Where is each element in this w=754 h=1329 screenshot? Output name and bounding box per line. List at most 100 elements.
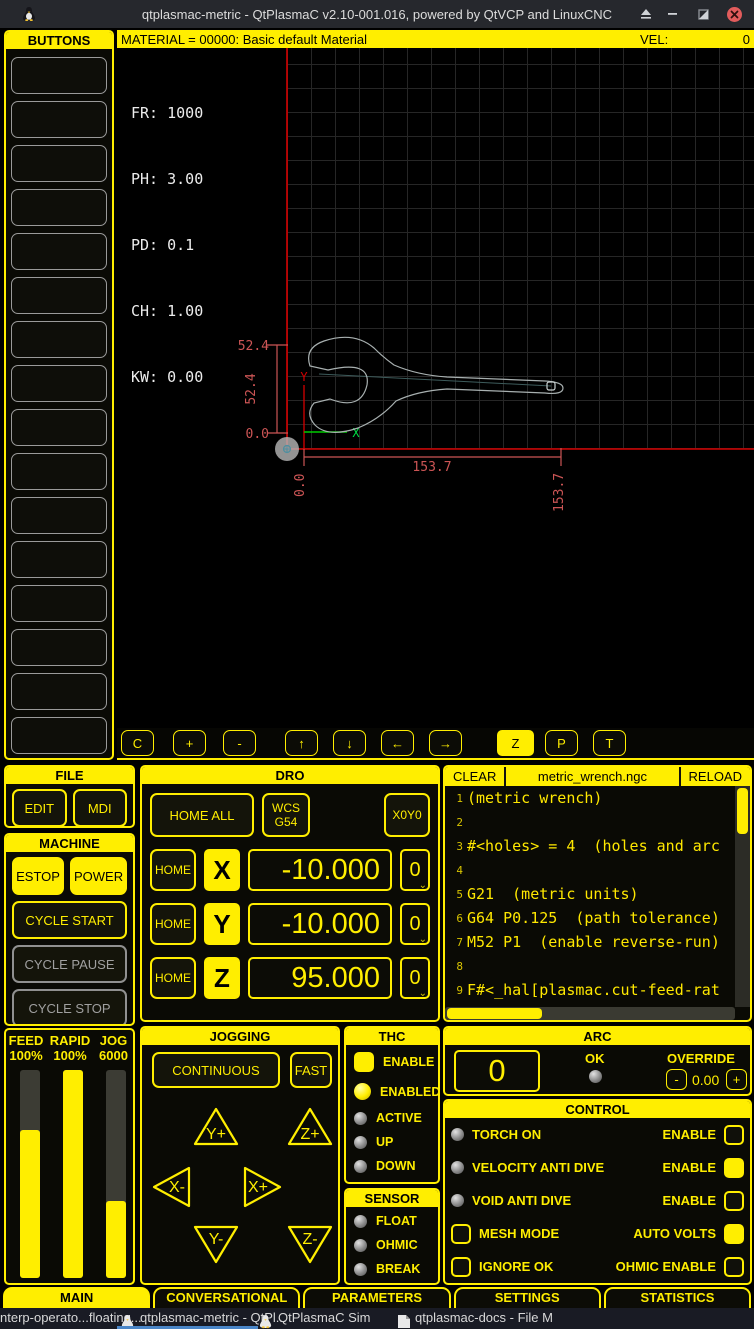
pan-up-button[interactable]: ↑	[285, 730, 318, 756]
zero-xy-button[interactable]: X0Y0	[384, 793, 430, 837]
svg-text:Z-: Z-	[302, 1231, 317, 1248]
mdi-button[interactable]: MDI	[73, 789, 128, 827]
user-button-4[interactable]	[11, 189, 107, 226]
shade-window-button[interactable]	[636, 4, 656, 24]
home-z-button[interactable]: HOME	[150, 957, 196, 999]
user-button-2[interactable]	[11, 101, 107, 138]
arc-override-minus-button[interactable]: -	[666, 1069, 687, 1090]
user-button-1[interactable]	[11, 57, 107, 94]
cycle-stop-button[interactable]: CYCLE STOP	[12, 989, 127, 1026]
ohmic-enable-checkbox[interactable]	[724, 1257, 744, 1277]
jog-y-minus-button[interactable]: Y-	[190, 1221, 242, 1267]
user-button-16[interactable]	[11, 717, 107, 754]
gcode-listing[interactable]: 1(metric wrench) 2 3#<holes> = 4 (holes …	[445, 786, 735, 1007]
mesh-mode-checkbox[interactable]	[451, 1224, 471, 1244]
user-button-6[interactable]	[11, 277, 107, 314]
chevron-down-icon: ⌄	[419, 880, 427, 891]
pan-left-button[interactable]: ←	[381, 730, 414, 756]
tab-parameters[interactable]: PARAMETERS	[303, 1287, 450, 1308]
dim-height-top: 52.4	[238, 339, 269, 354]
void-anti-dive-enable-checkbox[interactable]	[724, 1191, 744, 1211]
wcs-button[interactable]: WCS G54	[262, 793, 310, 837]
auto-volts-checkbox[interactable]	[724, 1224, 744, 1244]
thc-enable-checkbox[interactable]	[354, 1052, 374, 1072]
dro-z-value: 95.000	[248, 957, 392, 999]
thc-enable-label: ENABLE	[383, 1055, 434, 1069]
jog-z-plus-button[interactable]: Z+	[284, 1104, 336, 1150]
svg-text:X+: X+	[248, 1179, 268, 1196]
jog-z-minus-button[interactable]: Z-	[284, 1221, 336, 1267]
cycle-pause-button[interactable]: CYCLE PAUSE	[12, 945, 127, 983]
minimize-window-button[interactable]	[663, 4, 683, 24]
taskbar-item-qtplasmac-sim[interactable]: QtPlasmaC Sim	[278, 1308, 370, 1329]
feed-override-value: 100%	[6, 1048, 46, 1063]
jog-y-plus-button[interactable]: Y+	[190, 1104, 242, 1150]
maximize-window-button[interactable]	[693, 4, 713, 24]
user-button-12[interactable]	[11, 541, 107, 578]
clear-plot-button[interactable]: C	[121, 730, 154, 756]
close-window-button[interactable]	[724, 4, 744, 24]
sensor-panel: SENSOR FLOAT OHMIC BREAK	[344, 1188, 440, 1285]
view-z-button[interactable]: Z	[497, 730, 534, 756]
ignore-ok-checkbox[interactable]	[451, 1257, 471, 1277]
user-button-15[interactable]	[11, 673, 107, 710]
view-t-button[interactable]: T	[593, 730, 626, 756]
gcode-horizontal-scrollbar[interactable]	[445, 1007, 735, 1020]
torch-enable-checkbox[interactable]	[724, 1125, 744, 1145]
user-button-10[interactable]	[11, 453, 107, 490]
home-all-button[interactable]: HOME ALL	[150, 793, 254, 837]
tab-main[interactable]: MAIN	[3, 1287, 150, 1308]
material-bar[interactable]: MATERIAL = 00000: Basic default Material…	[117, 30, 754, 48]
gcode-preview[interactable]: 52.4 52.4 0.0 0.0 153.7 153.7 Y X	[117, 48, 754, 728]
zoom-in-button[interactable]: +	[173, 730, 206, 756]
home-x-button[interactable]: HOME	[150, 849, 196, 891]
velocity-anti-dive-enable-label: ENABLE	[663, 1160, 716, 1175]
edit-button[interactable]: EDIT	[12, 789, 67, 827]
joint-x-select[interactable]: 0 ⌄	[400, 849, 430, 891]
jog-fast-button[interactable]: FAST	[290, 1052, 332, 1088]
tab-conversational[interactable]: CONVERSATIONAL	[153, 1287, 300, 1308]
user-button-13[interactable]	[11, 585, 107, 622]
tab-settings[interactable]: SETTINGS	[454, 1287, 601, 1308]
feed-override-slider[interactable]	[20, 1070, 40, 1278]
velocity-anti-dive-enable-checkbox[interactable]	[724, 1158, 744, 1178]
home-y-button[interactable]: HOME	[150, 903, 196, 945]
user-button-14[interactable]	[11, 629, 107, 666]
user-button-3[interactable]	[11, 145, 107, 182]
user-button-11[interactable]	[11, 497, 107, 534]
pan-down-button[interactable]: ↓	[333, 730, 366, 756]
chevron-down-icon: ⌄	[419, 934, 427, 945]
thc-down-led	[354, 1160, 367, 1173]
user-button-7[interactable]	[11, 321, 107, 358]
power-button[interactable]: POWER	[70, 857, 127, 895]
main-tab-bar: MAIN CONVERSATIONAL PARAMETERS SETTINGS …	[0, 1287, 754, 1308]
torch-enable-label: ENABLE	[663, 1127, 716, 1142]
joint-y-select[interactable]: 0 ⌄	[400, 903, 430, 945]
arc-override-label: OVERRIDE	[667, 1051, 735, 1066]
file-panel: FILE EDIT MDI	[4, 765, 135, 828]
jog-continuous-button[interactable]: CONTINUOUS	[152, 1052, 280, 1088]
rapid-override-slider[interactable]	[63, 1070, 83, 1278]
user-button-5[interactable]	[11, 233, 107, 270]
taskbar-item-qtplasmac-docs[interactable]: qtplasmac-docs - File M	[415, 1308, 553, 1329]
gcode-vertical-scrollbar[interactable]	[735, 786, 750, 1007]
zoom-out-button[interactable]: -	[223, 730, 256, 756]
thc-panel-title: THC	[346, 1028, 438, 1045]
gcode-reload-button[interactable]: RELOAD	[681, 769, 750, 784]
gcode-panel: CLEAR metric_wrench.ngc RELOAD 1(metric …	[443, 765, 752, 1022]
estop-button[interactable]: ESTOP	[12, 857, 64, 895]
user-button-9[interactable]	[11, 409, 107, 446]
gcode-clear-button[interactable]: CLEAR	[445, 769, 504, 784]
joint-z-select[interactable]: 0 ⌄	[400, 957, 430, 999]
arc-override-plus-button[interactable]: +	[726, 1069, 747, 1090]
view-p-button[interactable]: P	[545, 730, 578, 756]
jog-x-plus-button[interactable]: X+	[239, 1163, 287, 1211]
preview-toolbar: C + - ↑ ↓ ← → Z P T	[117, 728, 754, 760]
pan-right-button[interactable]: →	[429, 730, 462, 756]
jog-x-minus-button[interactable]: X-	[147, 1163, 195, 1211]
tab-statistics[interactable]: STATISTICS	[604, 1287, 751, 1308]
user-button-8[interactable]	[11, 365, 107, 402]
cycle-start-button[interactable]: CYCLE START	[12, 901, 127, 939]
cut-parameters-readout: FR: 1000 PH: 3.00 PD: 0.1 CH: 1.00 KW: 0…	[131, 58, 203, 432]
jog-rate-slider[interactable]	[106, 1070, 126, 1278]
